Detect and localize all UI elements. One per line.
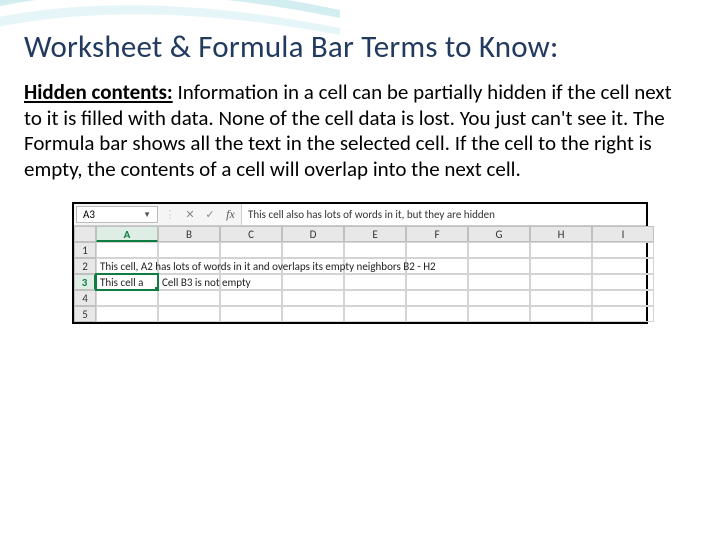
cell-I5[interactable] (592, 306, 654, 322)
cell-A3[interactable]: This cell a (96, 274, 158, 290)
chevron-down-icon: ▼ (143, 210, 151, 220)
excel-screenshot: A3 ▼ ⋮ ✕ ✓ fx This cell also has lots of… (72, 202, 648, 324)
cell-I3[interactable] (592, 274, 654, 290)
formula-bar: A3 ▼ ⋮ ✕ ✓ fx This cell also has lots of… (74, 204, 646, 226)
col-header-C[interactable]: C (220, 226, 282, 242)
col-header-I[interactable]: I (592, 226, 654, 242)
cell-F4[interactable] (406, 290, 468, 306)
cell-C2[interactable] (220, 258, 282, 274)
cell-H4[interactable] (530, 290, 592, 306)
cell-F2[interactable] (406, 258, 468, 274)
row-header-3[interactable]: 3 (74, 274, 96, 290)
row-header-1[interactable]: 1 (74, 242, 96, 258)
cell-A4[interactable] (96, 290, 158, 306)
cell-E4[interactable] (344, 290, 406, 306)
cell-B1[interactable] (158, 242, 220, 258)
cell-A5[interactable] (96, 306, 158, 322)
cell-C4[interactable] (220, 290, 282, 306)
cell-D4[interactable] (282, 290, 344, 306)
col-header-B[interactable]: B (158, 226, 220, 242)
select-all-corner[interactable] (74, 226, 96, 242)
name-box[interactable]: A3 ▼ (76, 206, 158, 223)
cell-H5[interactable] (530, 306, 592, 322)
enter-icon[interactable]: ✓ (200, 208, 220, 221)
definition-text: Hidden contents: Information in a cell c… (24, 80, 686, 182)
cell-F5[interactable] (406, 306, 468, 322)
cell-I1[interactable] (592, 242, 654, 258)
cell-D5[interactable] (282, 306, 344, 322)
name-box-value: A3 (83, 208, 95, 221)
cell-D1[interactable] (282, 242, 344, 258)
cell-H3[interactable] (530, 274, 592, 290)
cell-B3[interactable]: Cell B3 is not empty (158, 274, 220, 290)
row-header-2[interactable]: 2 (74, 258, 96, 274)
cell-C3[interactable] (220, 274, 282, 290)
row-header-4[interactable]: 4 (74, 290, 96, 306)
cell-H2[interactable] (530, 258, 592, 274)
cell-A2[interactable]: This cell, A2 has lots of words in it an… (96, 258, 158, 274)
cell-B4[interactable] (158, 290, 220, 306)
col-header-H[interactable]: H (530, 226, 592, 242)
cancel-icon[interactable]: ✕ (180, 208, 200, 221)
cell-E3[interactable] (344, 274, 406, 290)
term-label: Hidden contents: (24, 79, 173, 105)
cell-G2[interactable] (468, 258, 530, 274)
col-header-A[interactable]: A (96, 226, 158, 242)
cell-G5[interactable] (468, 306, 530, 322)
cell-C5[interactable] (220, 306, 282, 322)
cell-G3[interactable] (468, 274, 530, 290)
col-header-D[interactable]: D (282, 226, 344, 242)
cell-E1[interactable] (344, 242, 406, 258)
cell-E2[interactable] (344, 258, 406, 274)
cell-F1[interactable] (406, 242, 468, 258)
cell-A1[interactable] (96, 242, 158, 258)
formula-input[interactable]: This cell also has lots of words in it, … (242, 204, 646, 225)
cell-H1[interactable] (530, 242, 592, 258)
cell-D3[interactable] (282, 274, 344, 290)
cell-F3[interactable] (406, 274, 468, 290)
cell-C1[interactable] (220, 242, 282, 258)
col-header-F[interactable]: F (406, 226, 468, 242)
cell-D2[interactable] (282, 258, 344, 274)
spreadsheet-grid: A B C D E F G H I 1 2 This cell, A2 has … (74, 226, 646, 322)
col-header-E[interactable]: E (344, 226, 406, 242)
cell-I2[interactable] (592, 258, 654, 274)
cell-B2[interactable] (158, 258, 220, 274)
row-header-5[interactable]: 5 (74, 306, 96, 322)
cell-I4[interactable] (592, 290, 654, 306)
slide-title: Worksheet & Formula Bar Terms to Know: (24, 28, 696, 66)
divider: ⋮ (160, 208, 180, 221)
cell-B5[interactable] (158, 306, 220, 322)
col-header-G[interactable]: G (468, 226, 530, 242)
fx-icon[interactable]: fx (220, 204, 242, 225)
cell-G1[interactable] (468, 242, 530, 258)
cell-G4[interactable] (468, 290, 530, 306)
cell-E5[interactable] (344, 306, 406, 322)
